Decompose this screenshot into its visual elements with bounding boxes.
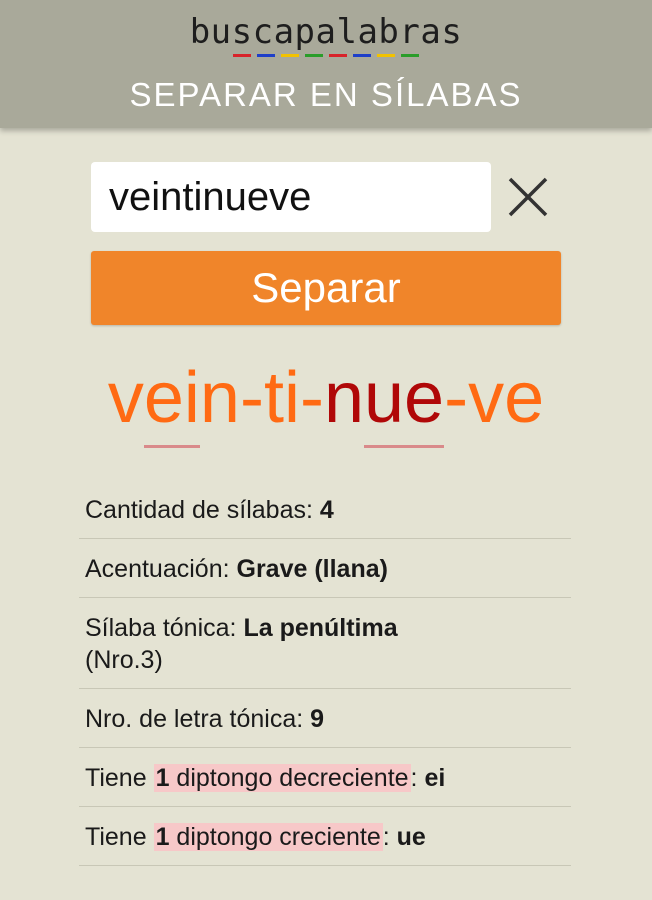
syllable-separator: - <box>444 358 469 438</box>
syllable: vein <box>108 356 240 448</box>
info-row-silabas: Cantidad de sílabas: 4 <box>79 480 571 539</box>
letra-label: Nro. de letra tónica: <box>85 705 304 733</box>
diptongo1-value: ei <box>424 764 446 792</box>
diptongo2-prefix: Tiene <box>85 823 147 851</box>
tonica-label: Sílaba tónica: <box>85 614 237 642</box>
acentuacion-value: Grave (llana) <box>236 555 388 583</box>
diptongo2-value: ue <box>396 823 426 851</box>
acentuacion-label: Acentuación: <box>85 555 230 583</box>
diptongo1-prefix: Tiene <box>85 764 147 792</box>
logo-stripe <box>353 54 371 57</box>
header: buscapalabras SEPARAR EN SÍLABAS <box>0 0 652 128</box>
close-icon[interactable] <box>505 174 551 220</box>
diptongo2-count: 1 <box>155 823 170 851</box>
tonica-value: La penúltima <box>243 614 398 642</box>
logo-stripe <box>233 54 251 57</box>
info-row-diptongo-decreciente: Tiene 1 diptongo decreciente: ei <box>79 748 571 807</box>
diphthong-underline <box>363 445 445 448</box>
syllable: nue <box>324 356 445 448</box>
logo-stripe <box>377 54 395 57</box>
diptongo1-count: 1 <box>155 764 170 792</box>
clear-button[interactable] <box>505 174 551 220</box>
syllable-result: vein -ti-nue -ve <box>0 356 652 448</box>
page-title: SEPARAR EN SÍLABAS <box>129 76 523 113</box>
syllable-separator: - <box>239 358 264 438</box>
logo-stripes <box>0 54 652 57</box>
logo-stripe <box>401 54 419 57</box>
tonica-note: (Nro.3) <box>85 646 163 674</box>
info-row-acentuacion: Acentuación: Grave (llana) <box>79 539 571 598</box>
logo-stripe <box>329 54 347 57</box>
logo-text[interactable]: buscapalabras <box>190 12 463 52</box>
separar-button[interactable]: Separar <box>91 251 561 325</box>
silabas-value: 4 <box>319 496 334 524</box>
syllable: ti <box>263 358 300 438</box>
search-input[interactable] <box>91 162 491 232</box>
logo-stripe <box>257 54 275 57</box>
logo[interactable]: buscapalabras <box>0 12 652 57</box>
info-row-tonica: Sílaba tónica: La penúltima (Nro.3) <box>79 598 571 689</box>
logo-stripe <box>305 54 323 57</box>
info-row-diptongo-creciente: Tiene 1 diptongo creciente: ue <box>79 807 571 866</box>
diphthong-underline <box>143 445 200 448</box>
syllable: ve <box>468 358 545 438</box>
syllable-separator: - <box>299 358 324 438</box>
silabas-label: Cantidad de sílabas: <box>85 496 313 524</box>
info-row-letra: Nro. de letra tónica: 9 <box>79 689 571 748</box>
info-panel: Cantidad de sílabas: 4 Acentuación: Grav… <box>79 480 571 866</box>
diptongo2-text: diptongo creciente <box>176 823 381 851</box>
diptongo1-text: diptongo decreciente <box>176 764 409 792</box>
letra-value: 9 <box>310 705 325 733</box>
diptongo-creciente-link[interactable]: 1 diptongo creciente <box>153 823 383 851</box>
search-row <box>91 162 561 232</box>
diptongo-decreciente-link[interactable]: 1 diptongo decreciente <box>153 764 411 792</box>
logo-stripe <box>281 54 299 57</box>
